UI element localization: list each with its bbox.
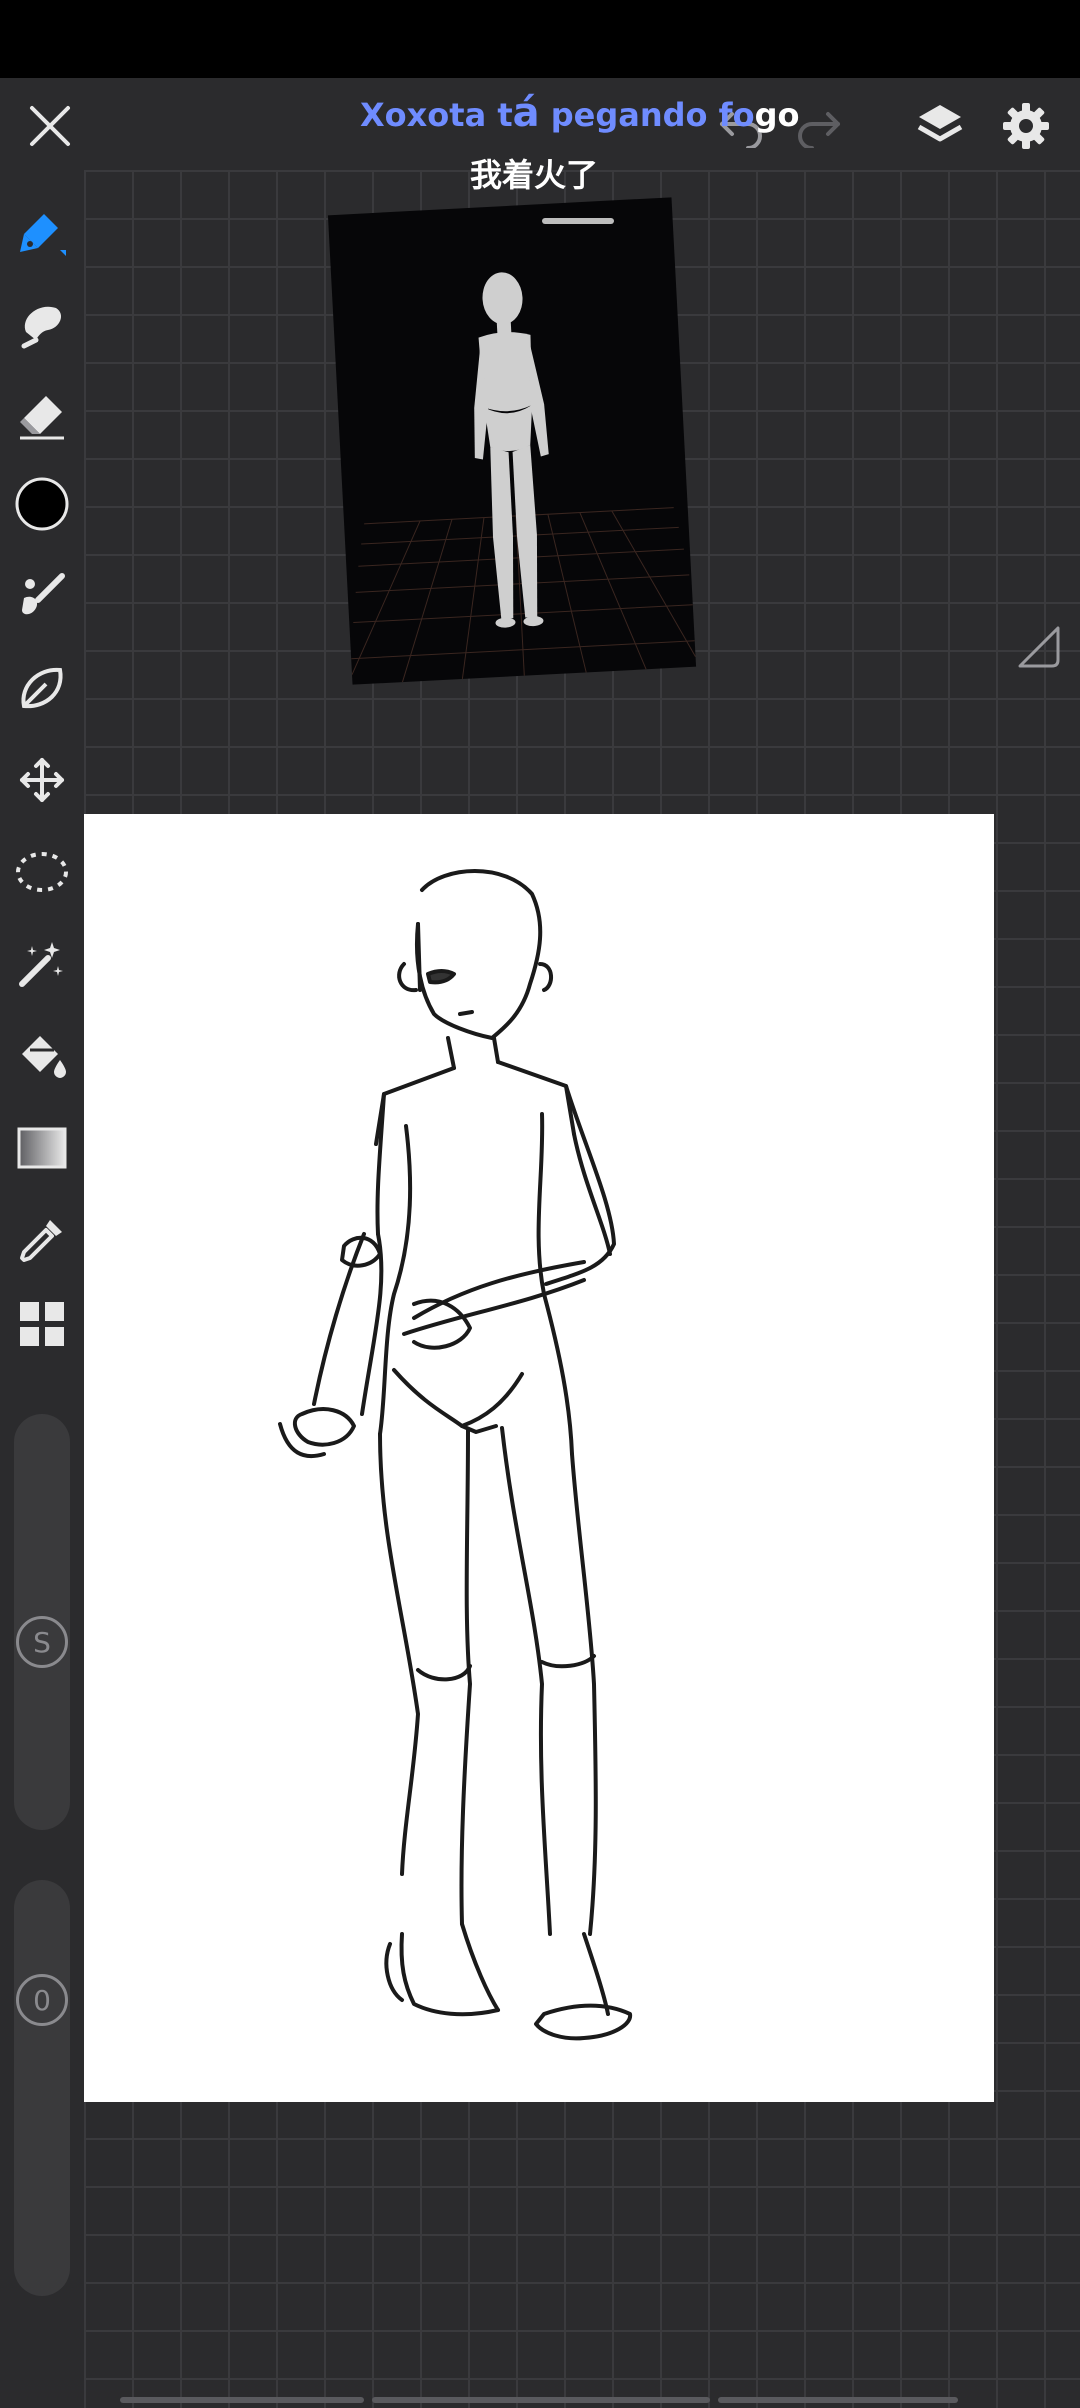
eyedropper-icon[interactable] xyxy=(12,1210,72,1270)
drawing-canvas[interactable] xyxy=(84,814,994,2102)
smudge-tool-icon[interactable] xyxy=(12,294,72,354)
subtitle-text-c: pegando fo xyxy=(539,96,755,134)
resize-corner-icon[interactable] xyxy=(1018,626,1060,672)
bottom-scroll-bar-1[interactable] xyxy=(120,2397,364,2403)
subtitle-text-d: go xyxy=(754,96,800,134)
subtitle-text-b: á xyxy=(512,90,540,136)
close-icon[interactable] xyxy=(20,96,80,156)
opacity-slider[interactable] xyxy=(14,1880,70,2296)
reference-drag-handle[interactable] xyxy=(542,218,614,224)
subtitle-text-a: Xoxota t xyxy=(360,96,513,134)
brush-tool-icon[interactable] xyxy=(12,202,72,262)
gradient-icon[interactable] xyxy=(12,1118,72,1178)
quick-menu-icon[interactable] xyxy=(12,1294,72,1354)
eraser-tool-icon[interactable] xyxy=(12,386,72,446)
video-subtitle: Xoxota tá pegando fogo xyxy=(360,88,799,138)
opacity-knob[interactable]: 0 xyxy=(16,1974,68,2026)
settings-icon[interactable] xyxy=(994,94,1058,158)
color-swatch[interactable] xyxy=(12,474,72,534)
brush-size-knob[interactable]: S xyxy=(16,1616,68,1668)
magic-wand-icon[interactable] xyxy=(12,934,72,994)
reference-image[interactable] xyxy=(327,197,697,685)
transform-move-icon[interactable] xyxy=(12,750,72,810)
layers-icon[interactable] xyxy=(908,94,972,158)
lasso-shape-icon[interactable] xyxy=(12,658,72,718)
selection-icon[interactable] xyxy=(12,842,72,902)
fill-bucket-icon[interactable] xyxy=(12,1026,72,1086)
status-bar xyxy=(0,0,1080,78)
bottom-scroll-bar-3[interactable] xyxy=(718,2397,958,2403)
bottom-scroll-bar-2[interactable] xyxy=(372,2397,710,2403)
paint-blend-icon[interactable] xyxy=(12,566,72,626)
video-subtitle-translation: 我着火了 xyxy=(470,156,599,194)
